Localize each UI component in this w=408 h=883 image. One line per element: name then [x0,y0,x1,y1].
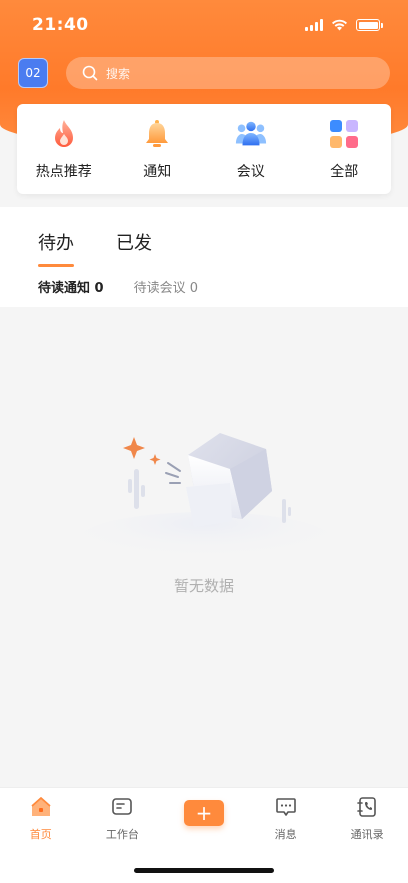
battery-icon [356,19,383,31]
search-placeholder: 搜索 [106,66,131,81]
todo-section: 待办 已发 待读通知 0 待读会议 0 [0,207,408,307]
plus-icon: + [195,801,213,825]
quick-entry-label: 热点推荐 [35,164,92,180]
empty-state-text: 暂无数据 [173,577,234,595]
nav-home[interactable]: 首页 [6,794,76,842]
status-time: 21:40 [32,15,89,35]
quick-entry-hot-recommend[interactable]: 热点推荐 [24,117,104,181]
status-icons [305,19,383,31]
flame-icon [47,117,81,151]
cellular-signal-icon [305,19,323,31]
tab-todo[interactable]: 待办 [38,229,74,267]
quick-entry-notice[interactable]: 通知 [117,117,197,181]
header-top-row: 02 搜索 [0,56,408,90]
nav-workbench[interactable]: 工作台 [87,794,157,842]
subtab-unread-notices[interactable]: 待读通知 0 [38,277,104,296]
todo-subtabs: 待读通知 0 待读会议 0 [38,277,198,296]
nav-label: 消息 [274,828,297,841]
apps-grid-icon [327,117,361,151]
quick-entry-label: 会议 [236,164,265,180]
avatar-text: 02 [25,66,41,80]
nav-label: 通讯录 [350,828,384,841]
search-bar[interactable]: 搜索 [66,57,390,89]
nav-label: 首页 [29,828,52,841]
wifi-icon [332,19,347,31]
empty-box-illustration [75,433,335,567]
contacts-icon [354,794,380,820]
todo-tabs: 待办 已发 [38,229,152,267]
tab-sent[interactable]: 已发 [116,229,152,267]
meeting-icon [234,117,268,151]
subtab-unread-meetings[interactable]: 待读会议 0 [134,277,198,296]
home-icon [28,794,54,820]
message-icon [273,794,299,820]
search-icon [82,65,98,81]
bell-icon [140,117,174,151]
status-bar: 21:40 [0,0,408,50]
home-indicator [134,868,274,873]
quick-entry-label: 全部 [330,164,359,180]
empty-state: 暂无数据 [0,307,408,787]
nav-label: 工作台 [105,828,139,841]
quick-entry-all[interactable]: 全部 [304,117,384,181]
add-button[interactable]: + [183,800,224,826]
quick-entry-meeting[interactable]: 会议 [211,117,291,181]
quick-entry-label: 通知 [143,164,172,180]
workbench-icon [109,794,135,820]
nav-add[interactable]: + [169,794,239,842]
avatar[interactable]: 02 [18,58,48,88]
nav-messages[interactable]: 消息 [251,794,321,842]
nav-contacts[interactable]: 通讯录 [332,794,402,842]
quick-entry-card: 热点推荐 通知 会议 全部 [17,104,391,194]
